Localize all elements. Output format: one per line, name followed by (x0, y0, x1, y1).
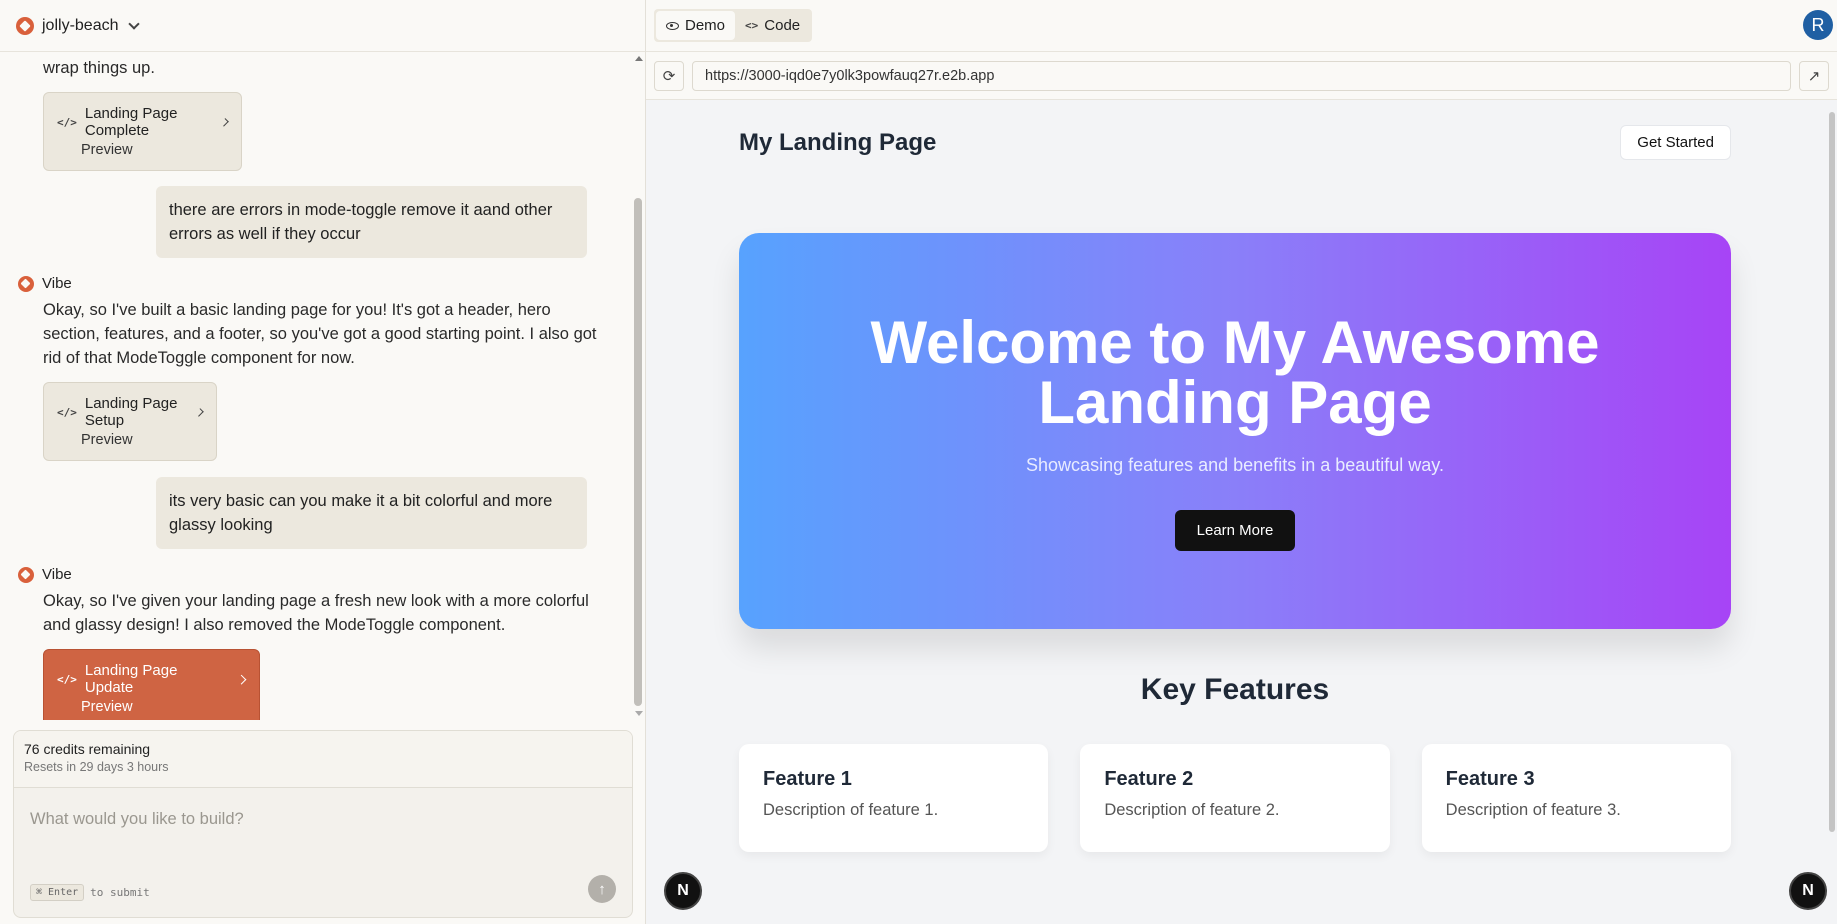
chevron-right-icon (236, 674, 247, 684)
author-name: Vibe (42, 566, 72, 583)
code-icon: </> (57, 672, 77, 686)
vibe-logo-icon (18, 566, 34, 583)
credits-remaining: 76 credits remaining (24, 741, 151, 757)
url-bar: ⟳ https://3000-iqd0e7y0lk3powfauq27r.e2b… (646, 52, 1837, 100)
enter-key-hint: ⌘ Enter (30, 884, 85, 901)
preview-panel: Demo <> Code R ⟳ https://3000-iqd0e7y0lk… (646, 0, 1837, 924)
hero-heading: Welcome to My Awesome Landing Page (870, 309, 1600, 436)
fragment-card[interactable]: </> Landing Page Complete Preview (43, 92, 242, 171)
feature-desc: Description of feature 2. (1104, 801, 1280, 819)
message-composer: 76 credits remaining Resets in 29 days 3… (13, 730, 633, 918)
feature-card: Feature 2 Description of feature 2. (1080, 744, 1390, 852)
code-icon: </> (57, 405, 77, 419)
vibe-logo-icon (16, 16, 34, 35)
fragment-title: Landing Page Update (84, 662, 178, 696)
feature-card: Feature 3 Description of feature 3. (1421, 744, 1731, 852)
scroll-down-icon[interactable] (635, 711, 643, 716)
feature-card: Feature 1 Description of feature 1. (739, 744, 1049, 852)
refresh-button[interactable]: ⟳ (654, 60, 684, 91)
project-header: jolly-beach (0, 0, 645, 52)
feature-title: Feature 3 (1445, 768, 1535, 790)
refresh-icon: ⟳ (662, 67, 676, 85)
submit-hint-text: to submit (90, 886, 150, 899)
hero-subheading: Showcasing features and benefits in a be… (1026, 455, 1444, 475)
preview-scrollbar[interactable] (1827, 100, 1837, 924)
site-preview: My Landing Page Get Started Welcome to M… (646, 100, 1837, 924)
feature-desc: Description of feature 1. (763, 801, 939, 819)
fragment-card-active[interactable]: </> Landing Page Update Preview (43, 649, 260, 720)
fragment-subtitle: Preview (81, 142, 133, 158)
feature-title: Feature 1 (763, 768, 852, 790)
assistant-message-text: wrap things up. (43, 59, 155, 77)
viewer-topbar: Demo <> Code R (646, 0, 1837, 52)
view-tabs: Demo <> Code (654, 9, 813, 42)
chat-scrollbar[interactable] (631, 52, 645, 720)
author-name: Vibe (42, 275, 72, 292)
project-name: jolly-beach (42, 16, 119, 34)
get-started-button[interactable]: Get Started (1620, 125, 1731, 160)
feature-title: Feature 2 (1104, 768, 1194, 790)
tab-code-label: Code (764, 17, 801, 34)
send-button[interactable]: ↑ (588, 875, 616, 903)
features-grid: Feature 1 Description of feature 1. Feat… (739, 744, 1731, 852)
assistant-message-text: Okay, so I've given your landing page a … (43, 592, 589, 634)
site-title: My Landing Page (739, 128, 937, 156)
user-message: there are errors in mode-toggle remove i… (156, 186, 587, 258)
assistant-author: Vibe (0, 275, 615, 292)
tab-demo[interactable]: Demo (656, 11, 736, 40)
open-external-button[interactable]: ↗ (1799, 60, 1829, 91)
message-list[interactable]: wrap things up. </> Landing Page Complete… (0, 52, 645, 720)
nextjs-badge-icon[interactable]: N (1789, 872, 1827, 910)
tab-demo-label: Demo (685, 17, 726, 34)
fragment-title: Landing Page Setup (84, 395, 178, 429)
user-message: its very basic can you make it a bit col… (156, 477, 587, 549)
chevron-down-icon (128, 17, 141, 30)
fragment-title: Landing Page Complete (84, 105, 178, 139)
credits-reset: Resets in 29 days 3 hours (24, 760, 169, 774)
site-header: My Landing Page Get Started (739, 125, 1731, 160)
learn-more-button[interactable]: Learn More (1174, 510, 1296, 551)
chevron-right-icon (219, 117, 229, 127)
scroll-up-icon[interactable] (635, 56, 643, 61)
submit-hint: ⌘ Enter to submit (30, 884, 150, 901)
project-switcher[interactable]: jolly-beach (16, 16, 141, 35)
eye-icon (666, 21, 679, 30)
tab-code[interactable]: <> Code (735, 11, 810, 40)
assistant-author: Vibe (0, 566, 615, 583)
chevron-right-icon (195, 407, 204, 417)
user-avatar[interactable]: R (1803, 10, 1833, 40)
code-icon: </> (57, 115, 77, 129)
scroll-thumb[interactable] (634, 198, 642, 706)
fragment-card[interactable]: </> Landing Page Setup Preview (43, 382, 217, 461)
prompt-input[interactable] (14, 788, 632, 874)
code-icon: <> (745, 19, 759, 32)
preview-scroll-thumb[interactable] (1829, 112, 1835, 832)
hero-section: Welcome to My Awesome Landing Page Showc… (739, 233, 1731, 629)
url-field[interactable]: https://3000-iqd0e7y0lk3powfauq27r.e2b.a… (692, 60, 1791, 91)
feature-desc: Description of feature 3. (1445, 801, 1621, 819)
external-link-icon: ↗ (1807, 67, 1821, 85)
fragment-subtitle: Preview (81, 699, 133, 715)
nextjs-badge-icon[interactable]: N (664, 872, 702, 910)
vibe-logo-icon (18, 275, 34, 292)
assistant-message-text: Okay, so I've built a basic landing page… (43, 301, 597, 367)
features-title: Key Features (1140, 673, 1330, 706)
arrow-up-icon: ↑ (598, 880, 606, 898)
chat-panel: jolly-beach wrap things up. </> Landing P… (0, 0, 646, 924)
app: jolly-beach wrap things up. </> Landing P… (0, 0, 1837, 924)
fragment-subtitle: Preview (81, 432, 133, 448)
credits-info: 76 credits remaining Resets in 29 days 3… (14, 731, 632, 788)
